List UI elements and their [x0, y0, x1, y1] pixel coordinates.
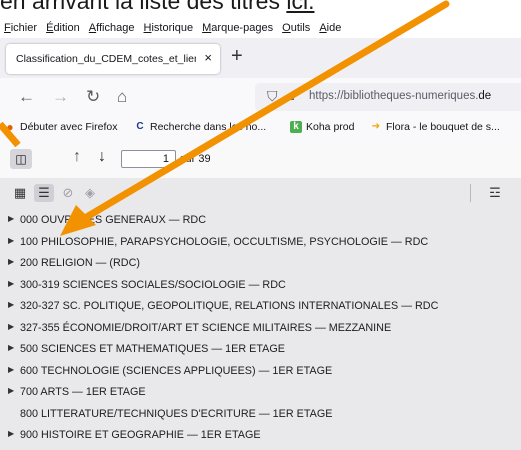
- caption-link[interactable]: ici.: [286, 0, 314, 14]
- url-prefix: https://bibliotheques-numeriques.: [309, 90, 479, 102]
- menu-bar: Fichier Édition Affichage Historique Mar…: [0, 18, 521, 38]
- tab-title: Classification_du_CDEM_cotes_et_liens: [16, 53, 196, 65]
- back-arrow-icon[interactable]: ←: [18, 87, 35, 107]
- outline-icon[interactable]: ☰: [34, 184, 54, 202]
- bookmark-label: Débuter avec Firefox: [20, 121, 118, 133]
- bookmark-label: Recherche dans les no...: [150, 121, 267, 133]
- menu-historique[interactable]: Historique: [144, 18, 194, 34]
- browser-tab[interactable]: Classification_du_CDEM_cotes_et_liens ×: [6, 44, 220, 74]
- bookmark-label: Koha prod: [306, 121, 355, 133]
- outline-item-200[interactable]: ▶ 200 RELIGION — (RDC): [0, 253, 521, 275]
- expand-triangle-icon[interactable]: ▶: [8, 300, 14, 309]
- menu-affichage[interactable]: Affichage: [89, 18, 135, 34]
- bookmark-recherche[interactable]: C Recherche dans les no...: [134, 121, 266, 133]
- expand-triangle-icon[interactable]: ▶: [8, 279, 14, 288]
- menu-edition[interactable]: Édition: [46, 18, 80, 34]
- page-number-input[interactable]: 1: [121, 150, 176, 168]
- toolbar-divider: [470, 184, 471, 202]
- outline-item-900[interactable]: ▶ 900 HISTOIRE ET GEOGRAPHIE — 1ER ETAGE: [0, 425, 521, 447]
- attachments-icon[interactable]: ⊘: [58, 184, 78, 202]
- sidebar-view-buttons: ▦ ☰ ⊘ ◈ ☲: [0, 178, 521, 208]
- layers-icon[interactable]: ◈: [80, 184, 100, 202]
- shield-icon[interactable]: ⛉: [267, 88, 278, 105]
- url-text[interactable]: https://bibliotheques-numeriques.de: [309, 90, 491, 102]
- outline-item-320[interactable]: ▶ 320-327 SC. POLITIQUE, GEOPOLITIQUE, R…: [0, 296, 521, 318]
- outline-item-600[interactable]: ▶ 600 TECHNOLOGIE (SCIENCES APPLIQUEES) …: [0, 361, 521, 383]
- url-domain: de: [478, 90, 492, 102]
- home-icon[interactable]: ⌂: [117, 87, 127, 107]
- lock-icon[interactable]: 🔒︎: [287, 87, 294, 104]
- menu-outils[interactable]: Outils: [282, 18, 310, 34]
- sidebar-toggle-icon[interactable]: ◫: [10, 149, 32, 169]
- koha-icon: k: [290, 121, 302, 133]
- bookmark-koha[interactable]: k Koha prod: [290, 121, 354, 133]
- expand-triangle-icon[interactable]: ▶: [8, 236, 14, 245]
- tab-strip: Classification_du_CDEM_cotes_et_liens × …: [0, 38, 521, 78]
- bookmark-label: Flora - le bouquet de s...: [386, 121, 500, 133]
- expand-triangle-icon[interactable]: ▶: [8, 386, 14, 395]
- expand-triangle-icon[interactable]: ▶: [8, 257, 14, 266]
- flora-icon: ➔: [371, 121, 381, 132]
- outline-item-800[interactable]: 800 LITTERATURE/TECHNIQUES D'ECRITURE — …: [0, 404, 521, 426]
- reload-icon[interactable]: ↻: [86, 87, 100, 107]
- c-logo-icon: C: [136, 121, 144, 132]
- previous-page-icon[interactable]: ↑: [73, 148, 81, 166]
- pdf-sidebar: ▦ ☰ ⊘ ◈ ☲ ▶ 000 OUVRAGES GENERAUX — RDC …: [0, 178, 521, 450]
- outline-item-300[interactable]: ▶ 300-319 SCIENCES SOCIALES/SOCIOLOGIE —…: [0, 275, 521, 297]
- close-icon[interactable]: ×: [204, 50, 212, 65]
- expand-triangle-icon[interactable]: ▶: [8, 214, 14, 223]
- url-bar[interactable]: ⛉ 🔒︎ https://bibliotheques-numeriques.de: [255, 83, 521, 111]
- next-page-icon[interactable]: ↓: [98, 148, 106, 166]
- navigation-bar: ← → ↻ ⌂ ⛉ 🔒︎ https://bibliotheques-numer…: [0, 78, 521, 116]
- expand-triangle-icon[interactable]: ▶: [8, 429, 14, 438]
- expand-outline-icon[interactable]: ☲: [485, 184, 505, 202]
- bookmarks-bar: ● Débuter avec Firefox C Recherche dans …: [0, 116, 521, 143]
- outline-item-100[interactable]: ▶ 100 PHILOSOPHIE, PARAPSYCHOLOGIE, OCCU…: [0, 232, 521, 254]
- expand-triangle-icon[interactable]: ▶: [8, 343, 14, 352]
- menu-aide[interactable]: Aide: [319, 18, 341, 34]
- menu-marque-pages[interactable]: Marque-pages: [202, 18, 273, 34]
- page-count: sur 39: [180, 153, 211, 165]
- pdf-toolbar: ◫ ↑ ↓ 1 sur 39: [0, 142, 521, 179]
- outline-item-700[interactable]: ▶ 700 ARTS — 1ER ETAGE: [0, 382, 521, 404]
- bookmark-flora[interactable]: ➔ Flora - le bouquet de s...: [370, 121, 500, 133]
- caption-body: en arrivant la liste des titres: [0, 0, 287, 14]
- expand-triangle-icon[interactable]: ▶: [8, 322, 14, 331]
- firefox-icon: ●: [6, 120, 14, 134]
- new-tab-button[interactable]: +: [231, 45, 243, 68]
- menu-fichier[interactable]: Fichier: [4, 18, 37, 34]
- bookmark-debuter-firefox[interactable]: ● Débuter avec Firefox: [4, 121, 117, 133]
- expand-triangle-icon[interactable]: ▶: [8, 365, 14, 374]
- outline-list: ▶ 000 OUVRAGES GENERAUX — RDC ▶ 100 PHIL…: [0, 210, 521, 447]
- outline-item-500[interactable]: ▶ 500 SCIENCES ET MATHEMATIQUES — 1ER ET…: [0, 339, 521, 361]
- forward-arrow-icon[interactable]: →: [52, 87, 69, 107]
- outline-item-000[interactable]: ▶ 000 OUVRAGES GENERAUX — RDC: [0, 210, 521, 232]
- thumbnails-icon[interactable]: ▦: [10, 184, 30, 202]
- outline-item-327[interactable]: ▶ 327-355 ÉCONOMIE/DROIT/ART ET SCIENCE …: [0, 318, 521, 340]
